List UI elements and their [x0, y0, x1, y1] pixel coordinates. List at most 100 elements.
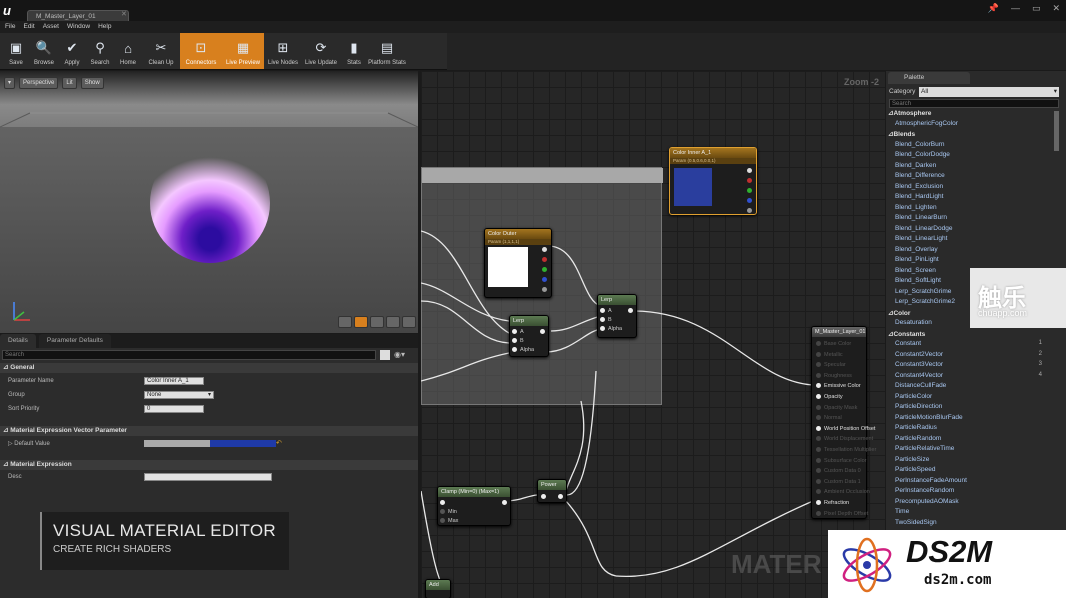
menu-help[interactable]: Help [98, 21, 111, 33]
master-pin[interactable]: Specular [816, 362, 846, 368]
palette-search-input[interactable]: Search [889, 99, 1059, 108]
palette-item[interactable]: Blend_HardLight [895, 193, 943, 200]
palette-item[interactable]: ParticleMotionBlurFade [895, 414, 963, 421]
pin-b[interactable]: B [600, 317, 612, 323]
add-node[interactable]: Add [425, 579, 451, 598]
minimize-icon[interactable]: — [1011, 3, 1020, 14]
output-pin-b[interactable] [747, 198, 752, 203]
master-pin[interactable]: Custom Data 1 [816, 479, 861, 485]
palette-item[interactable]: Blend_Exclusion [895, 183, 943, 190]
palette-item[interactable]: PerInstanceFadeAmount [895, 477, 967, 484]
cylinder-preview-button[interactable] [338, 316, 352, 328]
palette-item[interactable]: ParticleColor [895, 393, 932, 400]
palette-item[interactable]: ParticleSpeed [895, 466, 935, 473]
platform-stats-button[interactable]: ▤ Platform Stats [368, 33, 406, 69]
palette-item[interactable]: Blend_Screen [895, 267, 936, 274]
palette-item[interactable]: ParticleSize [895, 456, 929, 463]
output-pin-b[interactable] [542, 277, 547, 282]
palette-item[interactable]: DistanceCullFade [895, 382, 946, 389]
menu-window[interactable]: Window [67, 21, 90, 33]
palette-item[interactable]: Lerp_ScratchGrime2 [895, 298, 955, 305]
section-general[interactable]: ⊿ General [0, 363, 418, 373]
pin-a[interactable]: A [600, 308, 612, 314]
master-pin[interactable]: Roughness [816, 373, 852, 379]
palette-category[interactable]: ⊿Atmosphere [888, 109, 931, 117]
palette-item[interactable]: Constant4Vector [895, 372, 943, 379]
browse-button[interactable]: 🔍 Browse [30, 33, 58, 69]
grid-view-icon[interactable] [380, 350, 390, 360]
show-button[interactable]: Show [80, 77, 104, 89]
pin-alpha[interactable]: Alpha [512, 347, 534, 353]
stats-button[interactable]: ▮ Stats [340, 33, 368, 69]
palette-item[interactable]: TwoSidedSign [895, 519, 937, 526]
live-preview-button[interactable]: ▦ Live Preview [222, 33, 264, 69]
pin-a[interactable]: A [512, 329, 524, 335]
preview-viewport[interactable]: ▾ Perspective Lit Show [0, 71, 418, 333]
master-pin[interactable]: Opacity Mask [816, 405, 857, 411]
power-node[interactable]: Power [537, 479, 567, 503]
master-material-node[interactable]: M_Master_Layer_01 Base Color Metallic Spec… [811, 326, 876, 519]
cube-preview-button[interactable] [386, 316, 400, 328]
output-pin[interactable] [540, 329, 545, 334]
details-search-input[interactable]: Search [2, 350, 376, 360]
output-pin-a[interactable] [747, 208, 752, 213]
group-select[interactable]: None ▾ [144, 391, 214, 399]
viewport-menu-button[interactable]: ▾ [4, 77, 16, 89]
master-pin[interactable]: World Position Offset [816, 426, 875, 432]
palette-item[interactable]: Constant3Vector [895, 361, 943, 368]
master-pin[interactable]: Refraction [816, 500, 849, 506]
palette-category[interactable]: ⊿Color [888, 309, 910, 317]
output-pin[interactable] [542, 247, 547, 252]
master-pin[interactable]: World Displacement [816, 436, 873, 442]
palette-item[interactable]: Blend_ColorBurn [895, 141, 945, 148]
connectors-button[interactable]: ⊡ Connectors [180, 33, 222, 69]
pin-max[interactable]: Max [440, 518, 458, 524]
live-update-button[interactable]: ⟳ Live Update [302, 33, 340, 69]
reset-arrow-icon[interactable]: ↶ [276, 439, 282, 447]
palette-item[interactable]: ParticleRadius [895, 424, 937, 431]
output-pin[interactable] [747, 168, 752, 173]
palette-item[interactable]: Blend_LinearLight [895, 235, 947, 242]
lerp-node-1[interactable]: Lerp A B Alpha [509, 315, 549, 357]
pin-alpha[interactable]: Alpha [600, 326, 622, 332]
output-pin-r[interactable] [542, 257, 547, 262]
pin-icon[interactable]: 📌 [988, 3, 999, 14]
material-graph[interactable]: Zoom -2 MATER Color Inner A_1 Param (0.5… [421, 71, 885, 598]
category-select[interactable]: All ▾ [919, 87, 1059, 97]
master-pin[interactable]: Metallic [816, 352, 843, 358]
output-pin[interactable] [502, 500, 507, 505]
palette-item[interactable]: Blend_LinearDodge [895, 225, 952, 232]
menu-file[interactable]: File [5, 21, 15, 33]
palette-item[interactable]: Constant [895, 340, 921, 347]
palette-category[interactable]: ⊿Blends [888, 130, 915, 138]
section-material-expression[interactable]: ⊿ Material Expression [0, 460, 418, 470]
master-pin[interactable]: Opacity [816, 394, 843, 400]
palette-category[interactable]: ⊿Constants [888, 330, 925, 338]
master-pin[interactable]: Tessellation Multiplier [816, 447, 876, 453]
tab-details[interactable]: Details [0, 334, 36, 348]
palette-item[interactable]: Blend_Overlay [895, 246, 938, 253]
pin-b[interactable]: B [512, 338, 524, 344]
master-pin[interactable]: Normal [816, 415, 842, 421]
master-pin[interactable]: Ambient Occlusion [816, 489, 870, 495]
palette-item[interactable]: Constant2Vector [895, 351, 943, 358]
master-pin[interactable]: Emissive Color [816, 383, 861, 389]
default-value-color-swatch[interactable] [144, 440, 276, 447]
plane-preview-button[interactable] [370, 316, 384, 328]
pin-min[interactable]: Min [440, 509, 457, 515]
color-outer-node[interactable]: Color Outer Param (1,1,1,1) [484, 228, 552, 298]
apply-button[interactable]: ✔ Apply [58, 33, 86, 69]
perspective-button[interactable]: Perspective [19, 77, 59, 89]
palette-item[interactable]: PrecomputedAOMask [895, 498, 959, 505]
palette-item[interactable]: Lerp_ScratchGrime [895, 288, 951, 295]
save-button[interactable]: ▣ Save [2, 33, 30, 69]
master-pin[interactable]: Base Color [816, 341, 851, 347]
maximize-icon[interactable]: ▭ [1032, 3, 1041, 14]
palette-item[interactable]: Blend_Darken [895, 162, 936, 169]
search-button[interactable]: ⚲ Search [86, 33, 114, 69]
tab-parameter-defaults[interactable]: Parameter Defaults [38, 334, 111, 348]
output-pin-a[interactable] [542, 287, 547, 292]
palette-item[interactable]: Desaturation [895, 319, 932, 326]
pin-base[interactable] [541, 494, 546, 499]
desc-input[interactable] [144, 473, 272, 481]
